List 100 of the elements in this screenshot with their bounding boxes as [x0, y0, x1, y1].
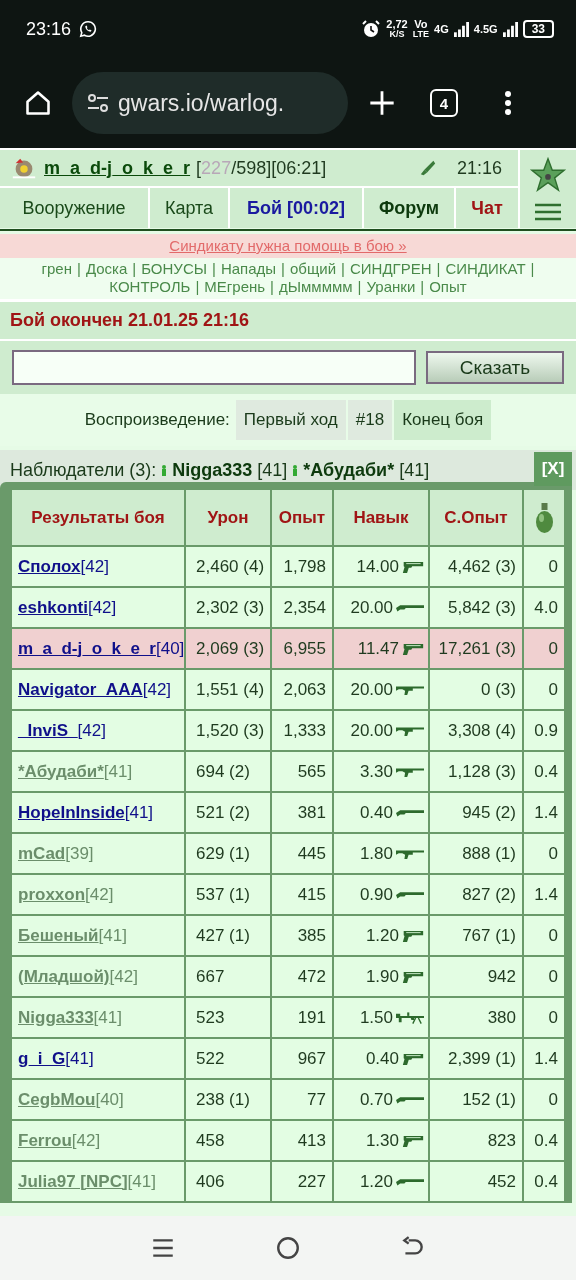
player-rank: [42] [80, 556, 109, 576]
player-rank: [42] [85, 884, 114, 904]
player-link[interactable]: *Абудаби* [18, 761, 104, 781]
quick-link[interactable]: СИНДГРЕН [349, 260, 432, 278]
skill-value: 11.47 [357, 638, 399, 658]
skill-value: 20.00 [350, 679, 393, 699]
player-link[interactable]: eshkonti [18, 597, 88, 617]
quick-link[interactable]: КОНТРОЛЬ [109, 278, 191, 296]
experience-value: 381 [297, 802, 326, 822]
damage-value: 238 (1) [196, 1089, 250, 1109]
player-link[interactable]: _InviS_ [18, 720, 78, 740]
observer-link[interactable]: *Абудаби* [303, 459, 395, 481]
player-link[interactable]: Ferrou [18, 1130, 72, 1150]
experience-value: 191 [297, 1007, 326, 1027]
damage-value: 427 (1) [196, 925, 250, 945]
close-button[interactable]: [X] [534, 452, 572, 486]
player-link[interactable]: Navigator_AAA [18, 679, 143, 699]
damage-value: 1,551 (4) [196, 679, 265, 699]
syndicate-exp-value: 767 (1) [462, 925, 516, 945]
nav-tab[interactable]: Форум [364, 188, 454, 228]
player-rank: [42] [71, 1130, 101, 1150]
link-separator: | [420, 278, 425, 296]
skill-value: 1.20 [365, 925, 399, 945]
link-separator: | [357, 278, 362, 296]
damage-value: 667 [196, 966, 225, 986]
damage-value: 406 [196, 1171, 225, 1191]
skill-value: 20.00 [350, 720, 393, 740]
skill-value: 1.20 [359, 1171, 393, 1191]
skill-value: 1.50 [359, 1007, 393, 1027]
player-link[interactable]: proxxon [18, 884, 86, 904]
syndicate-exp-value: 4,462 (3) [447, 556, 516, 576]
say-button[interactable]: Сказать [426, 351, 564, 384]
quick-link[interactable]: БОНУСЫ [141, 260, 207, 278]
syndicate-exp-value: 888 (1) [462, 843, 516, 863]
quick-link[interactable]: СИНДИКАТ [445, 260, 526, 278]
grenade-value: 0 [548, 966, 558, 986]
playback-button[interactable]: #18 [347, 400, 393, 440]
quick-link[interactable]: грен [41, 260, 72, 278]
nav-tab[interactable]: Вооружение [0, 188, 148, 228]
quick-link[interactable]: Напады [220, 260, 277, 278]
player-link[interactable]: CegbMou [18, 1089, 96, 1109]
syndicate-exp-value: 823 [487, 1130, 516, 1150]
address-bar[interactable]: gwars.io/warlog. [72, 72, 348, 134]
experience-value: 2,063 [283, 679, 326, 699]
nav-tab[interactable]: Бой [00:02] [230, 188, 362, 228]
player-link[interactable]: mCad [18, 843, 66, 863]
player-rank: [40] [156, 638, 185, 658]
damage-value: 2,460 (4) [196, 556, 265, 576]
player-link[interactable]: m_a_d-j_o_k_e_r [18, 638, 156, 658]
quick-link[interactable]: общий [290, 260, 337, 278]
player-link[interactable]: Сполох [18, 556, 81, 576]
quick-link[interactable]: Доска [85, 260, 128, 278]
player-rank: [41] [103, 761, 133, 781]
grenade-value: 0 [548, 679, 558, 699]
quick-link[interactable]: Опыт [429, 278, 467, 296]
link-separator: | [212, 260, 216, 278]
player-rank: [41] [124, 802, 154, 822]
player-rank: [41] [93, 1007, 122, 1027]
player-link[interactable]: g_i_G [18, 1048, 66, 1068]
grenade-value: 0 [548, 1089, 558, 1109]
syndicate-exp-value: 152 (1) [462, 1089, 516, 1109]
skill-value: 0.90 [359, 884, 393, 904]
player-link[interactable]: (Младшой) [18, 966, 110, 986]
column-header: Навык [333, 489, 429, 546]
skill-value: 0.70 [359, 1089, 393, 1109]
link-separator: | [195, 278, 200, 296]
player-link[interactable]: Nigga333 [18, 1007, 94, 1027]
experience-value: 413 [297, 1130, 326, 1150]
nav-tab[interactable]: Карта [150, 188, 228, 228]
player-link[interactable]: HopeInInside [18, 802, 125, 822]
syndicate-exp-value: 3,308 (4) [447, 720, 516, 740]
experience-value: 2,354 [283, 597, 326, 617]
grenade-value: 1.4 [534, 1048, 558, 1068]
network-label: 4.5G [473, 23, 498, 35]
quick-link[interactable]: Уранки [366, 278, 416, 296]
playback-button[interactable]: Конец боя [394, 400, 492, 440]
observers-label: Наблюдатели (3): [10, 459, 157, 481]
player-rank: [41] [127, 1171, 156, 1191]
grenade-value: 0 [548, 1007, 558, 1027]
tab-count[interactable]: 4 [430, 89, 458, 117]
player-link[interactable]: m_a_d-j_o_k_e_r [44, 157, 191, 179]
experience-value: 967 [297, 1048, 326, 1068]
skill-value: 1.90 [365, 966, 399, 986]
player-link[interactable]: Julia97 [NPC] [18, 1171, 128, 1191]
damage-value: 1,520 (3) [196, 720, 265, 740]
link-separator: | [341, 260, 345, 278]
experience-value: 385 [297, 925, 326, 945]
quick-link[interactable]: МЕгрень [204, 278, 266, 296]
damage-value: 458 [196, 1130, 225, 1150]
player-rank: [42] [109, 966, 138, 986]
syndicate-exp-value: 1,128 (3) [447, 761, 516, 781]
damage-value: 694 (2) [196, 761, 250, 781]
playback-button[interactable]: Первый ход [235, 400, 346, 440]
observer-link[interactable]: Nigga333 [172, 459, 253, 481]
grenade-value: 0.4 [534, 1130, 558, 1150]
nav-tab[interactable]: Чат [456, 188, 518, 228]
player-link[interactable]: Бешеный [18, 925, 99, 945]
syndicate-exp-value: 2,399 (1) [447, 1048, 516, 1068]
quick-link[interactable]: дЫммммм [279, 278, 353, 296]
link-separator: | [270, 278, 274, 296]
